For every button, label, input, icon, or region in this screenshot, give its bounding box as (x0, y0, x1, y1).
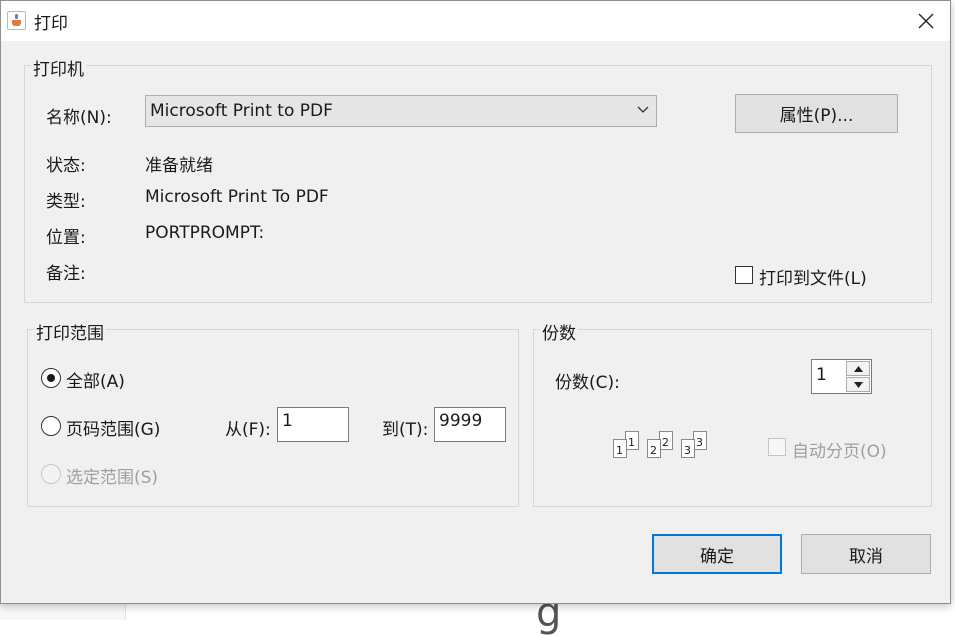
title-bar: 打印 (1, 1, 950, 41)
page-icon: 3 (681, 439, 695, 458)
chevron-down-icon (637, 106, 649, 113)
status-value: 准备就绪 (145, 156, 213, 176)
page-icon: 3 (693, 431, 707, 450)
copies-label: 份数(C): (555, 373, 620, 393)
location-label: 位置: (46, 228, 86, 248)
type-value: Microsoft Print To PDF (145, 187, 329, 207)
printer-group-title: 打印机 (31, 55, 86, 80)
location-value: PORTPROMPT: (145, 223, 265, 243)
copies-group-title: 份数 (540, 319, 578, 344)
range-pages-label[interactable]: 页码范围(G) (66, 415, 160, 440)
printer-name-label: 名称(N): (46, 108, 112, 128)
type-label: 类型: (46, 192, 86, 212)
print-range-group-title: 打印范围 (34, 319, 106, 344)
collate-label[interactable]: 自动分页(O) (792, 437, 887, 462)
window-title: 打印 (34, 14, 68, 34)
properties-button[interactable]: 属性(P)... (735, 94, 898, 133)
collate-illustration: 1 1 2 2 3 3 (613, 431, 713, 461)
page-icon: 2 (647, 439, 661, 458)
printer-select[interactable]: Microsoft Print to PDF (145, 95, 657, 127)
print-dialog: 打印 打印机 名称(N): Microsoft Print to PDF 属性(… (0, 0, 951, 604)
close-icon (918, 13, 934, 29)
increment-button[interactable] (846, 361, 870, 376)
print-to-file-label[interactable]: 打印到文件(L) (759, 264, 867, 289)
cancel-button[interactable]: 取消 (801, 534, 931, 574)
range-selection-label[interactable]: 选定范围(S) (66, 463, 158, 488)
to-label: 到(T): (382, 420, 429, 440)
ok-button[interactable]: 确定 (652, 534, 782, 574)
to-page-input[interactable]: 9999 (434, 407, 506, 442)
from-label: 从(F): (225, 420, 271, 440)
range-selection-radio[interactable] (41, 464, 61, 484)
range-all-label[interactable]: 全部(A) (66, 367, 125, 392)
copies-spinner[interactable]: 1 (811, 359, 872, 394)
arrow-up-icon (853, 365, 863, 372)
page-icon: 1 (625, 431, 639, 450)
page-icon: 1 (613, 439, 627, 458)
status-label: 状态: (46, 156, 86, 176)
from-page-input[interactable]: 1 (277, 407, 349, 442)
copies-group (533, 329, 932, 507)
range-all-radio[interactable] (41, 368, 61, 388)
radio-selected-dot (47, 374, 55, 382)
page-icon: 2 (659, 431, 673, 450)
collate-checkbox[interactable] (768, 438, 786, 456)
close-button[interactable] (904, 5, 948, 37)
arrow-down-icon (853, 381, 863, 388)
printer-select-value: Microsoft Print to PDF (150, 101, 333, 121)
java-app-icon (7, 11, 26, 30)
comment-label: 备注: (46, 264, 86, 284)
decrement-button[interactable] (846, 377, 870, 392)
print-to-file-checkbox[interactable] (735, 266, 753, 284)
copies-value: 1 (816, 365, 827, 385)
range-pages-radio[interactable] (41, 416, 61, 436)
